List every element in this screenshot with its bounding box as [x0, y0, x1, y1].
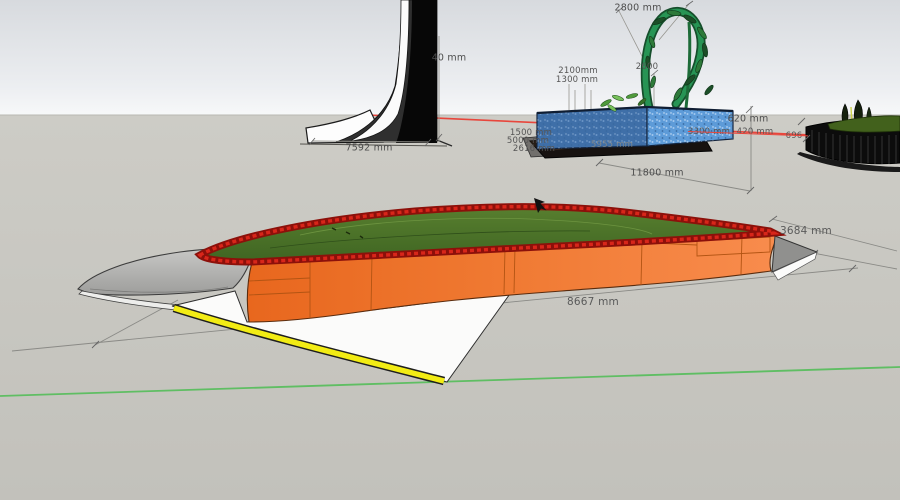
dim-label-tower-height[interactable]: 40 mm	[432, 53, 467, 64]
dim-label-deck-c[interactable]: 2616 mm	[513, 144, 555, 154]
dim-label-deck-hidden[interactable]: 5955 mm	[591, 140, 633, 150]
dim-label-tower-base[interactable]: 7592 mm	[345, 143, 392, 154]
dim-label-deck-length[interactable]: 11800 mm	[630, 168, 683, 179]
dim-label-sculpture-height[interactable]: 2800 mm	[614, 3, 661, 14]
scene-canvas	[0, 0, 900, 500]
dim-label-planter-b[interactable]: 1300 mm	[556, 75, 598, 85]
dim-label-sculpture-arc[interactable]: 2600	[636, 62, 658, 72]
model-viewport[interactable]: 40 mm 7592 mm 2800 mm 2100mm 1300 mm 260…	[0, 0, 900, 500]
dim-label-pool-height[interactable]: 620 mm	[728, 114, 769, 125]
dim-label-island-width[interactable]: 3684 mm	[780, 225, 832, 237]
dim-label-island-length[interactable]: 8667 mm	[567, 296, 619, 308]
